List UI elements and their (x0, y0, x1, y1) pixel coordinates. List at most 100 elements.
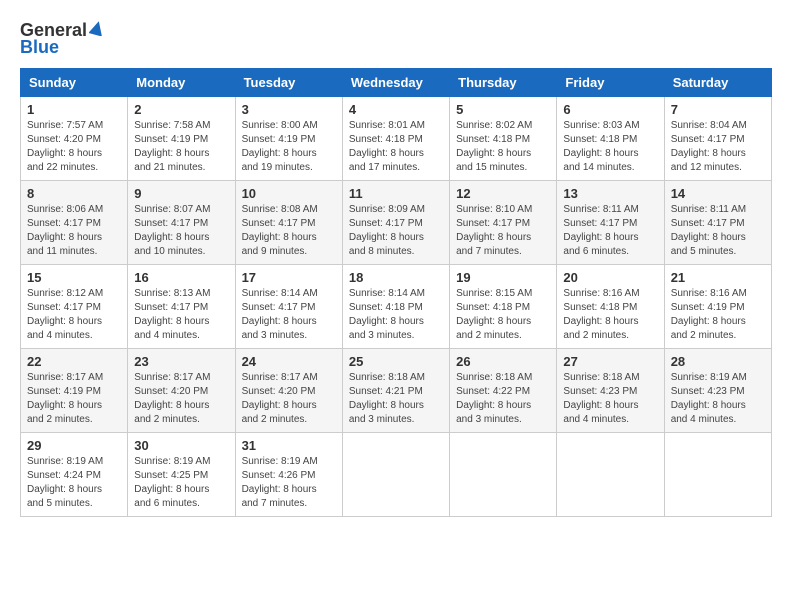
day-number: 5 (456, 102, 550, 117)
calendar-body: 1 Sunrise: 7:57 AM Sunset: 4:20 PM Dayli… (21, 97, 772, 517)
calendar-cell: 31 Sunrise: 8:19 AM Sunset: 4:26 PM Dayl… (235, 433, 342, 517)
calendar-cell: 19 Sunrise: 8:15 AM Sunset: 4:18 PM Dayl… (450, 265, 557, 349)
day-number: 27 (563, 354, 657, 369)
calendar-header-saturday: Saturday (664, 69, 771, 97)
day-info: Sunrise: 8:04 AM Sunset: 4:17 PM Dayligh… (671, 119, 765, 175)
day-info: Sunrise: 8:17 AM Sunset: 4:20 PM Dayligh… (242, 371, 336, 427)
day-info: Sunrise: 8:19 AM Sunset: 4:24 PM Dayligh… (27, 455, 121, 511)
calendar-week-4: 22 Sunrise: 8:17 AM Sunset: 4:19 PM Dayl… (21, 349, 772, 433)
day-number: 29 (27, 438, 121, 453)
day-number: 18 (349, 270, 443, 285)
calendar-cell: 15 Sunrise: 8:12 AM Sunset: 4:17 PM Dayl… (21, 265, 128, 349)
day-info: Sunrise: 7:57 AM Sunset: 4:20 PM Dayligh… (27, 119, 121, 175)
day-info: Sunrise: 8:00 AM Sunset: 4:19 PM Dayligh… (242, 119, 336, 175)
day-info: Sunrise: 8:13 AM Sunset: 4:17 PM Dayligh… (134, 287, 228, 343)
calendar-cell: 18 Sunrise: 8:14 AM Sunset: 4:18 PM Dayl… (342, 265, 449, 349)
day-info: Sunrise: 8:17 AM Sunset: 4:19 PM Dayligh… (27, 371, 121, 427)
day-info: Sunrise: 8:18 AM Sunset: 4:23 PM Dayligh… (563, 371, 657, 427)
day-number: 3 (242, 102, 336, 117)
day-info: Sunrise: 8:15 AM Sunset: 4:18 PM Dayligh… (456, 287, 550, 343)
calendar-cell: 4 Sunrise: 8:01 AM Sunset: 4:18 PM Dayli… (342, 97, 449, 181)
day-number: 8 (27, 186, 121, 201)
calendar-cell: 26 Sunrise: 8:18 AM Sunset: 4:22 PM Dayl… (450, 349, 557, 433)
day-number: 10 (242, 186, 336, 201)
day-info: Sunrise: 8:12 AM Sunset: 4:17 PM Dayligh… (27, 287, 121, 343)
calendar-cell: 7 Sunrise: 8:04 AM Sunset: 4:17 PM Dayli… (664, 97, 771, 181)
day-info: Sunrise: 8:03 AM Sunset: 4:18 PM Dayligh… (563, 119, 657, 175)
day-info: Sunrise: 8:01 AM Sunset: 4:18 PM Dayligh… (349, 119, 443, 175)
calendar-header-sunday: Sunday (21, 69, 128, 97)
calendar-cell: 27 Sunrise: 8:18 AM Sunset: 4:23 PM Dayl… (557, 349, 664, 433)
calendar-cell: 25 Sunrise: 8:18 AM Sunset: 4:21 PM Dayl… (342, 349, 449, 433)
calendar-cell: 22 Sunrise: 8:17 AM Sunset: 4:19 PM Dayl… (21, 349, 128, 433)
calendar-cell: 20 Sunrise: 8:16 AM Sunset: 4:18 PM Dayl… (557, 265, 664, 349)
calendar-cell (557, 433, 664, 517)
day-number: 23 (134, 354, 228, 369)
day-number: 30 (134, 438, 228, 453)
day-number: 22 (27, 354, 121, 369)
day-number: 17 (242, 270, 336, 285)
day-number: 31 (242, 438, 336, 453)
day-info: Sunrise: 8:19 AM Sunset: 4:26 PM Dayligh… (242, 455, 336, 511)
day-number: 14 (671, 186, 765, 201)
calendar-cell: 10 Sunrise: 8:08 AM Sunset: 4:17 PM Dayl… (235, 181, 342, 265)
calendar-cell: 6 Sunrise: 8:03 AM Sunset: 4:18 PM Dayli… (557, 97, 664, 181)
day-info: Sunrise: 8:14 AM Sunset: 4:18 PM Dayligh… (349, 287, 443, 343)
day-number: 6 (563, 102, 657, 117)
calendar-cell: 8 Sunrise: 8:06 AM Sunset: 4:17 PM Dayli… (21, 181, 128, 265)
calendar-week-1: 1 Sunrise: 7:57 AM Sunset: 4:20 PM Dayli… (21, 97, 772, 181)
calendar-cell (342, 433, 449, 517)
calendar-header-wednesday: Wednesday (342, 69, 449, 97)
day-number: 13 (563, 186, 657, 201)
day-number: 16 (134, 270, 228, 285)
day-number: 2 (134, 102, 228, 117)
calendar-cell: 28 Sunrise: 8:19 AM Sunset: 4:23 PM Dayl… (664, 349, 771, 433)
day-number: 12 (456, 186, 550, 201)
logo-blue: Blue (20, 37, 59, 58)
calendar-cell: 5 Sunrise: 8:02 AM Sunset: 4:18 PM Dayli… (450, 97, 557, 181)
day-number: 1 (27, 102, 121, 117)
day-info: Sunrise: 8:18 AM Sunset: 4:21 PM Dayligh… (349, 371, 443, 427)
calendar-week-5: 29 Sunrise: 8:19 AM Sunset: 4:24 PM Dayl… (21, 433, 772, 517)
logo-triangle (89, 20, 105, 41)
calendar: SundayMondayTuesdayWednesdayThursdayFrid… (20, 68, 772, 517)
calendar-cell: 17 Sunrise: 8:14 AM Sunset: 4:17 PM Dayl… (235, 265, 342, 349)
calendar-week-2: 8 Sunrise: 8:06 AM Sunset: 4:17 PM Dayli… (21, 181, 772, 265)
day-info: Sunrise: 8:16 AM Sunset: 4:19 PM Dayligh… (671, 287, 765, 343)
calendar-cell: 21 Sunrise: 8:16 AM Sunset: 4:19 PM Dayl… (664, 265, 771, 349)
day-number: 4 (349, 102, 443, 117)
day-info: Sunrise: 8:19 AM Sunset: 4:25 PM Dayligh… (134, 455, 228, 511)
calendar-cell: 24 Sunrise: 8:17 AM Sunset: 4:20 PM Dayl… (235, 349, 342, 433)
calendar-cell: 1 Sunrise: 7:57 AM Sunset: 4:20 PM Dayli… (21, 97, 128, 181)
header: General Blue (20, 20, 772, 58)
calendar-cell (450, 433, 557, 517)
day-info: Sunrise: 8:17 AM Sunset: 4:20 PM Dayligh… (134, 371, 228, 427)
day-number: 11 (349, 186, 443, 201)
calendar-cell: 13 Sunrise: 8:11 AM Sunset: 4:17 PM Dayl… (557, 181, 664, 265)
calendar-cell: 3 Sunrise: 8:00 AM Sunset: 4:19 PM Dayli… (235, 97, 342, 181)
day-number: 9 (134, 186, 228, 201)
day-number: 7 (671, 102, 765, 117)
day-info: Sunrise: 8:06 AM Sunset: 4:17 PM Dayligh… (27, 203, 121, 259)
day-number: 21 (671, 270, 765, 285)
day-number: 25 (349, 354, 443, 369)
day-info: Sunrise: 8:09 AM Sunset: 4:17 PM Dayligh… (349, 203, 443, 259)
day-number: 20 (563, 270, 657, 285)
calendar-cell: 30 Sunrise: 8:19 AM Sunset: 4:25 PM Dayl… (128, 433, 235, 517)
day-info: Sunrise: 8:16 AM Sunset: 4:18 PM Dayligh… (563, 287, 657, 343)
day-number: 19 (456, 270, 550, 285)
calendar-header-monday: Monday (128, 69, 235, 97)
day-info: Sunrise: 8:08 AM Sunset: 4:17 PM Dayligh… (242, 203, 336, 259)
calendar-cell: 2 Sunrise: 7:58 AM Sunset: 4:19 PM Dayli… (128, 97, 235, 181)
calendar-header-friday: Friday (557, 69, 664, 97)
calendar-cell: 23 Sunrise: 8:17 AM Sunset: 4:20 PM Dayl… (128, 349, 235, 433)
logo: General Blue (20, 20, 105, 58)
day-info: Sunrise: 8:07 AM Sunset: 4:17 PM Dayligh… (134, 203, 228, 259)
calendar-week-3: 15 Sunrise: 8:12 AM Sunset: 4:17 PM Dayl… (21, 265, 772, 349)
calendar-header-row: SundayMondayTuesdayWednesdayThursdayFrid… (21, 69, 772, 97)
calendar-cell (664, 433, 771, 517)
calendar-cell: 29 Sunrise: 8:19 AM Sunset: 4:24 PM Dayl… (21, 433, 128, 517)
day-info: Sunrise: 8:11 AM Sunset: 4:17 PM Dayligh… (671, 203, 765, 259)
day-info: Sunrise: 8:14 AM Sunset: 4:17 PM Dayligh… (242, 287, 336, 343)
day-info: Sunrise: 8:10 AM Sunset: 4:17 PM Dayligh… (456, 203, 550, 259)
